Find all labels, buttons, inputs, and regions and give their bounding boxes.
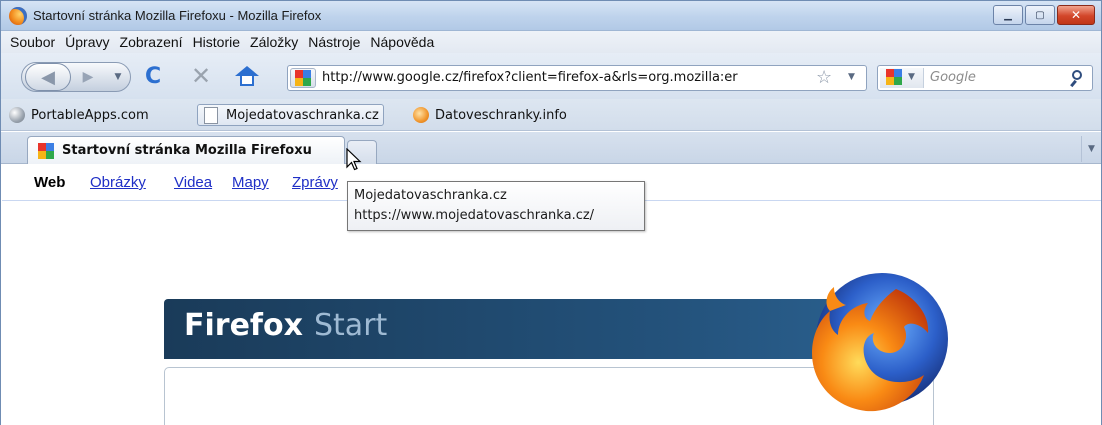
bookmark-star-icon[interactable]: ☆ (816, 67, 832, 88)
nav-mapy[interactable]: Mapy (232, 174, 269, 191)
menu-zobrazeni[interactable]: Zobrazení (115, 34, 188, 50)
nav-videa[interactable]: Videa (174, 174, 212, 191)
google-engine-icon (886, 69, 902, 85)
tab-bar: Startovní stránka Mozilla Firefoxu ▼ (1, 132, 1101, 164)
bookmark-label: Datoveschranky.info (435, 107, 567, 123)
nav-obrazky[interactable]: Obrázky (90, 174, 146, 191)
back-button[interactable]: ◀ (25, 63, 71, 91)
bookmark-tooltip: Mojedatovaschranka.cz https://www.mojeda… (347, 181, 645, 231)
menu-bar: Soubor Úpravy Zobrazení Historie Záložky… (1, 31, 1101, 53)
title-bar[interactable]: Startovní stránka Mozilla Firefoxu - Moz… (1, 1, 1101, 31)
chevron-down-icon: ▼ (114, 72, 122, 82)
menu-zalozky[interactable]: Záložky (245, 34, 303, 50)
home-button[interactable] (235, 66, 259, 88)
nav-web: Web (34, 174, 66, 191)
mouse-cursor-icon (346, 148, 362, 171)
search-engine-button[interactable]: ▼ (880, 68, 924, 88)
forward-arrow-icon: ▶ (82, 69, 94, 85)
bookmark-portableapps[interactable]: PortableApps.com (5, 104, 149, 126)
window-controls: ▁ ▢ ✕ (993, 5, 1095, 25)
bookmark-mojedatovaschranka[interactable]: Mojedatovaschranka.cz (197, 104, 384, 126)
forward-button[interactable]: ▶ (73, 66, 103, 88)
bookmark-label: PortableApps.com (31, 107, 149, 123)
reload-button[interactable]: C (145, 66, 161, 88)
history-dropdown-button[interactable]: ▼ (111, 69, 125, 85)
window-title: Startovní stránka Mozilla Firefoxu - Moz… (33, 8, 322, 23)
address-bar[interactable]: http://www.google.cz/firefox?client=fire… (287, 65, 867, 91)
back-arrow-icon: ◀ (41, 66, 55, 88)
tab-startovni-stranka[interactable]: Startovní stránka Mozilla Firefoxu (27, 136, 345, 164)
search-input[interactable]: Google (930, 70, 976, 85)
close-button[interactable]: ✕ (1057, 5, 1095, 25)
chevron-down-icon: ▼ (1088, 144, 1095, 154)
chevron-down-icon: ▼ (908, 72, 915, 82)
site-identity-button[interactable] (290, 68, 316, 88)
search-icon[interactable] (1070, 69, 1086, 88)
maximize-button[interactable]: ▢ (1025, 5, 1055, 25)
tab-label: Startovní stránka Mozilla Firefoxu (62, 143, 312, 158)
firefox-brand-text: Firefox (184, 308, 303, 343)
search-bar[interactable]: ▼ Google (877, 65, 1093, 91)
start-brand-text: Start (314, 308, 388, 343)
firefox-logo-icon (812, 273, 948, 412)
page-icon (204, 106, 218, 124)
tooltip-url: https://www.mojedatovaschranka.cz/ (354, 208, 595, 223)
menu-napoveda[interactable]: Nápověda (365, 34, 439, 50)
firefox-start-banner: Firefox Start (164, 299, 864, 359)
url-input[interactable]: http://www.google.cz/firefox?client=fire… (322, 70, 812, 85)
minimize-button[interactable]: ▁ (993, 5, 1023, 25)
firefox-app-icon (9, 7, 27, 25)
list-all-tabs-button[interactable]: ▼ (1081, 136, 1101, 162)
datoveschranky-favicon-icon (413, 107, 429, 123)
bookmark-label: Mojedatovaschranka.cz (226, 107, 379, 123)
navigation-toolbar: ◀ ▶ ▼ C ✕ http://www.google.cz/firefox?c… (1, 53, 1101, 99)
bookmark-datoveschranky[interactable]: Datoveschranky.info (413, 104, 567, 126)
nav-zpravy[interactable]: Zprávy (292, 174, 338, 191)
home-icon (235, 66, 259, 76)
menu-soubor[interactable]: Soubor (5, 34, 60, 50)
menu-historie[interactable]: Historie (188, 34, 245, 50)
stop-button[interactable]: ✕ (191, 64, 211, 88)
menu-nastroje[interactable]: Nástroje (303, 34, 365, 50)
tooltip-title: Mojedatovaschranka.cz (354, 188, 507, 203)
url-dropdown-icon[interactable]: ▼ (848, 72, 855, 82)
google-favicon-icon (295, 70, 311, 86)
portableapps-icon (9, 107, 25, 123)
google-favicon-icon (38, 143, 54, 159)
menu-upravy[interactable]: Úpravy (60, 34, 114, 50)
bookmarks-toolbar: PortableApps.com Mojedatovaschranka.cz D… (1, 99, 1101, 131)
browser-window: Startovní stránka Mozilla Firefoxu - Moz… (0, 0, 1102, 425)
